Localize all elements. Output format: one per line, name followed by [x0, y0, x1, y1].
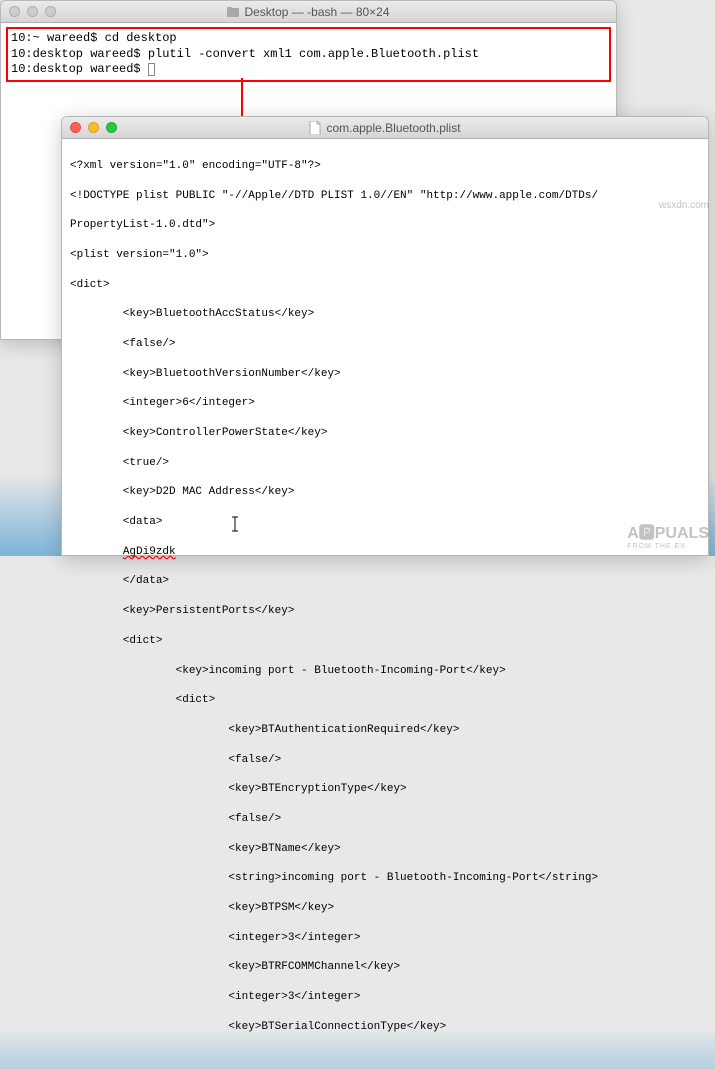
window-controls — [62, 122, 117, 133]
terminal-title: Desktop — -bash — 80×24 — [1, 5, 616, 19]
code-line: <key>BTSerialConnectionType</key> — [70, 1020, 700, 1035]
folder-icon — [227, 5, 239, 19]
code-line: <string>incoming port - Bluetooth-Incomi… — [70, 871, 700, 886]
maximize-button[interactable] — [106, 122, 117, 133]
close-button[interactable] — [70, 122, 81, 133]
code-line: <integer>6</integer> — [70, 396, 700, 411]
attribution-text: wsxdn.com — [659, 200, 709, 211]
code-line: <dict> — [70, 693, 700, 708]
code-line: <integer>3</integer> — [70, 931, 700, 946]
editor-content[interactable]: <?xml version="1.0" encoding="UTF-8"?> <… — [62, 139, 708, 1069]
code-line: <false/> — [70, 753, 700, 768]
code-line: <key>BTRFCOMMChannel</key> — [70, 960, 700, 975]
code-line: <false/> — [70, 812, 700, 827]
code-line: <plist version="1.0"> — [70, 248, 700, 263]
code-line: <key>BluetoothVersionNumber</key> — [70, 367, 700, 382]
close-button[interactable] — [9, 6, 20, 17]
code-line: PropertyList-1.0.dtd"> — [70, 218, 700, 233]
document-icon — [309, 121, 321, 135]
code-line: <true/> — [70, 456, 700, 471]
window-controls — [1, 6, 56, 17]
annotation-highlight: 10:~ wareed$ cd desktop 10:desktop waree… — [6, 27, 611, 82]
code-line: <key>BTAuthenticationRequired</key> — [70, 723, 700, 738]
terminal-line: 10:desktop wareed$ — [11, 62, 606, 78]
code-line: <dict> — [70, 278, 700, 293]
terminal-titlebar: Desktop — -bash — 80×24 — [1, 1, 616, 23]
editor-titlebar: com.apple.Bluetooth.plist — [62, 117, 708, 139]
terminal-cursor — [148, 63, 155, 76]
terminal-line: 10:desktop wareed$ plutil -convert xml1 … — [11, 47, 606, 63]
code-line: <integer>3</integer> — [70, 990, 700, 1005]
code-line: <key>ControllerPowerState</key> — [70, 426, 700, 441]
code-line: <key>D2D MAC Address</key> — [70, 485, 700, 500]
maximize-button[interactable] — [45, 6, 56, 17]
code-line: <key>BTName</key> — [70, 842, 700, 857]
code-line: <key>PersistentPorts</key> — [70, 604, 700, 619]
code-line: <key>BTPSM</key> — [70, 901, 700, 916]
code-line: <data> — [70, 515, 700, 530]
terminal-line: 10:~ wareed$ cd desktop — [11, 31, 606, 47]
watermark: A🅿PUALS FROM THE EX — [627, 519, 709, 550]
code-line: </data> — [70, 574, 700, 589]
code-line: <false/> — [70, 337, 700, 352]
editor-title: com.apple.Bluetooth.plist — [62, 121, 708, 135]
minimize-button[interactable] — [27, 6, 38, 17]
terminal-content[interactable]: 10:~ wareed$ cd desktop 10:desktop waree… — [1, 23, 616, 86]
code-line: AgDi9zdk — [70, 545, 700, 560]
code-line: <key>incoming port - Bluetooth-Incoming-… — [70, 664, 700, 679]
code-line: <!DOCTYPE plist PUBLIC "-//Apple//DTD PL… — [70, 189, 700, 204]
code-line: <dict> — [70, 634, 700, 649]
code-line: <key>BTEncryptionType</key> — [70, 782, 700, 797]
editor-window[interactable]: com.apple.Bluetooth.plist <?xml version=… — [61, 116, 709, 556]
code-line: <key>BluetoothAccStatus</key> — [70, 307, 700, 322]
minimize-button[interactable] — [88, 122, 99, 133]
code-line: <?xml version="1.0" encoding="UTF-8"?> — [70, 159, 700, 174]
